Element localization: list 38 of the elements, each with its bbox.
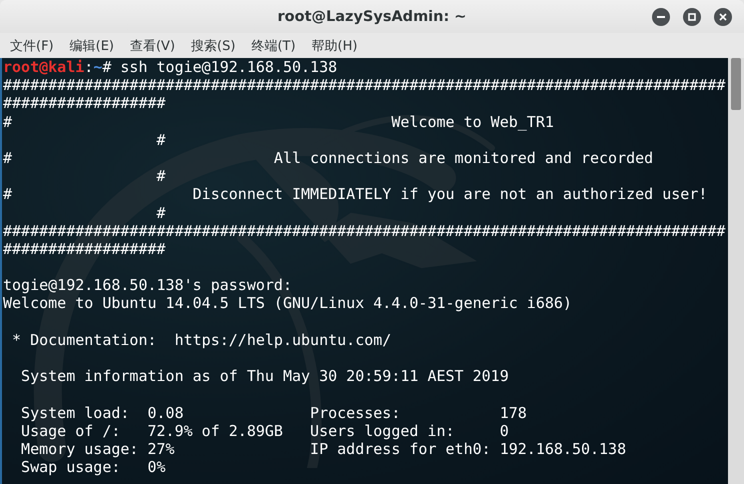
- close-button[interactable]: [714, 8, 732, 26]
- terminal-line: #: [156, 130, 166, 149]
- terminal-line: # All connections are monitored and recorded: [3, 148, 654, 167]
- minimize-button[interactable]: [652, 8, 670, 26]
- terminal-line: ################################################################################: [3, 222, 726, 240]
- maximize-button[interactable]: [683, 8, 701, 26]
- window-title: root@LazySysAdmin: ~: [278, 8, 466, 24]
- prompt-path: ~: [93, 58, 102, 76]
- terminal-line: System information as of Thu May 30 20:59:11 AEST 2019: [20, 367, 509, 386]
- terminal-line: Memory usage: 27% IP address for eth0: 192.168.50.138: [20, 440, 626, 458]
- terminal-line: System load: 0.08 Processes: 178: [20, 404, 527, 422]
- menu-item[interactable]: 文件(F): [4, 34, 60, 58]
- scrollbar[interactable]: [728, 58, 744, 484]
- menu-item[interactable]: 查看(V): [124, 34, 182, 58]
- terminal-line: Welcome to Ubuntu 14.04.5 LTS (GNU/Linux 4.4.0-31-generic i686): [3, 294, 572, 312]
- terminal-line: ##################: [3, 94, 166, 112]
- menu-item[interactable]: 编辑(E): [64, 34, 120, 58]
- terminal-line: togie@192.168.50.138's password:: [3, 276, 292, 294]
- command-text: ssh togie@192.168.50.138: [120, 58, 338, 76]
- terminal-line: # Disconnect IMMEDIATELY if you are not an authorized user!: [3, 185, 708, 204]
- terminal-line: ##################: [3, 240, 166, 258]
- scrollbar-thumb[interactable]: [731, 58, 741, 110]
- terminal-line: Swap usage: 0%: [20, 458, 166, 476]
- maximize-icon: [688, 13, 696, 21]
- terminal-line: ################################################################################: [3, 76, 726, 94]
- prompt-separator: :: [84, 58, 94, 76]
- terminal-line: * Documentation: https://help.ubuntu.com/: [11, 330, 392, 349]
- terminal-line: #: [156, 167, 166, 186]
- terminal-line: # Welcome to Web_TR1: [3, 112, 554, 131]
- prompt-user: root@kali: [3, 58, 84, 76]
- prompt-symbol: #: [102, 58, 112, 76]
- terminal-line: #: [156, 204, 166, 222]
- minimize-icon: [657, 16, 665, 18]
- terminal-line: Usage of /: 72.9% of 2.89GB Users logged in: 0: [20, 422, 509, 440]
- menu-item[interactable]: 帮助(H): [306, 34, 364, 58]
- close-icon: [719, 13, 727, 21]
- menu-item[interactable]: 终端(T): [245, 34, 302, 58]
- menu-item[interactable]: 搜索(S): [185, 34, 242, 58]
